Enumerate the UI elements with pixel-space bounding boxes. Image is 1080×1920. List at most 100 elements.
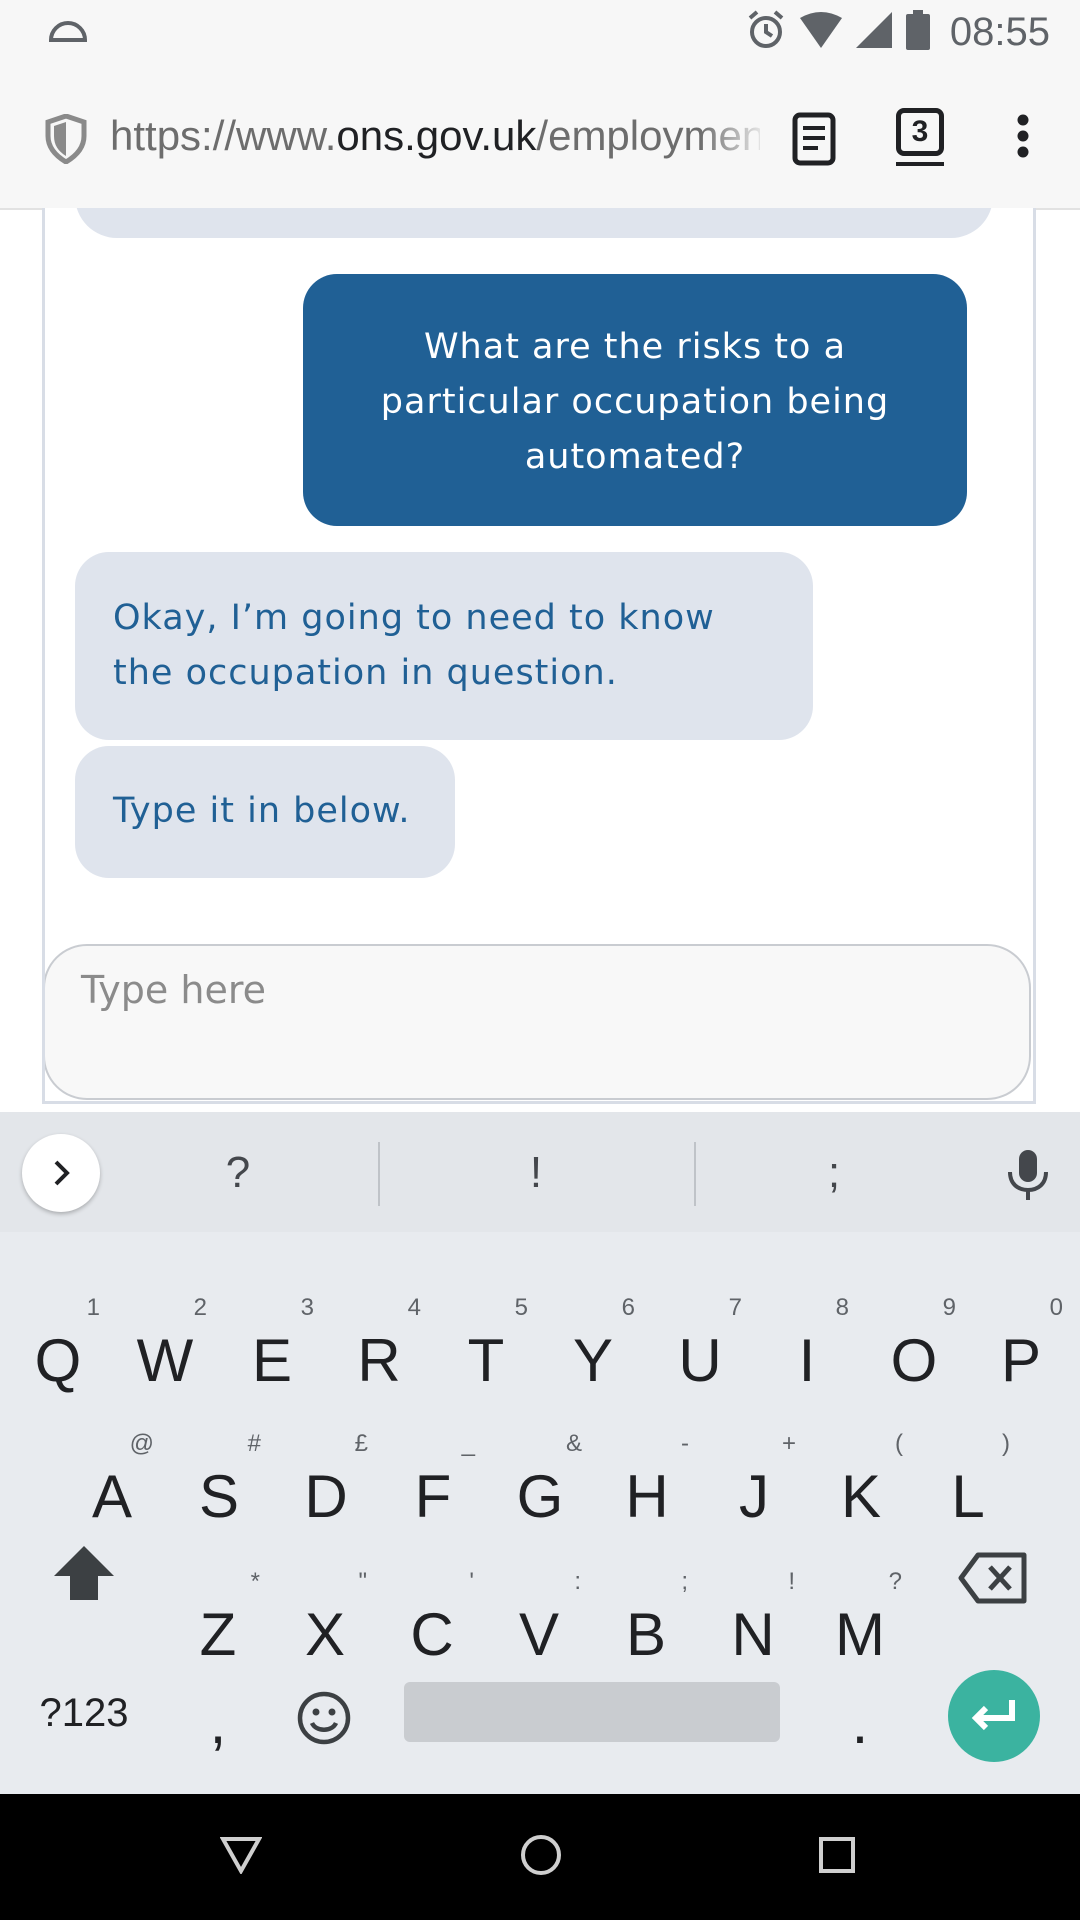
key-b[interactable]: B;: [596, 1570, 696, 1690]
browser-toolbar: https://www.ons.gov.uk/employment 3: [0, 64, 1080, 210]
key-hint: ?: [888, 1568, 902, 1595]
url-field[interactable]: https://www.ons.gov.uk/employment: [110, 112, 760, 162]
key-t[interactable]: T5: [436, 1296, 536, 1416]
symbols-key[interactable]: ?123: [34, 1658, 134, 1768]
shield-icon[interactable]: [44, 113, 88, 168]
key-label: W: [136, 1327, 194, 1394]
key-label: N: [731, 1601, 775, 1668]
suggestion-item[interactable]: ?: [178, 1148, 298, 1198]
back-icon[interactable]: [219, 1836, 263, 1878]
key-hint: #: [247, 1430, 261, 1457]
key-label: U: [678, 1327, 722, 1394]
tab-switcher-button[interactable]: 3: [896, 108, 944, 156]
key-hint: ': [469, 1568, 474, 1595]
key-o[interactable]: O9: [864, 1296, 964, 1416]
key-label: C: [410, 1601, 454, 1668]
key-label: S: [198, 1463, 240, 1530]
microphone-icon[interactable]: [1004, 1148, 1052, 1206]
key-p[interactable]: P0: [971, 1296, 1071, 1416]
key-c[interactable]: C ': [382, 1570, 482, 1690]
suggestion-item[interactable]: ;: [774, 1148, 894, 1198]
shift-key[interactable]: [52, 1544, 116, 1606]
key-u[interactable]: U7: [650, 1296, 750, 1416]
key-hint: ": [358, 1568, 367, 1595]
key-hint: -: [681, 1430, 689, 1457]
previous-bot-message: [75, 208, 993, 238]
key-hint: @: [129, 1430, 154, 1457]
key-e[interactable]: E3: [222, 1296, 322, 1416]
wifi-icon: [799, 12, 842, 52]
key-hint: ;: [681, 1568, 688, 1595]
key-label: Z: [199, 1601, 237, 1668]
reader-mode-icon[interactable]: [792, 112, 836, 170]
suggestion-item[interactable]: !: [476, 1148, 596, 1198]
key-f[interactable]: F _: [383, 1432, 483, 1552]
url-prefix: https://www.: [110, 112, 337, 159]
key-hint: 0: [1049, 1294, 1063, 1321]
key-hint: !: [788, 1568, 795, 1595]
enter-key[interactable]: [948, 1670, 1040, 1762]
suggestion-divider: [694, 1142, 696, 1206]
key-v[interactable]: V:: [489, 1570, 589, 1690]
keyboard: ? ! ; Q1W2E3R4T5Y6U7I8O9P0 A @ S # D £ F _ G & H - J…: [0, 1112, 1080, 1794]
emoji-key[interactable]: [296, 1690, 352, 1750]
expand-toolbar-button[interactable]: [22, 1134, 100, 1212]
key-g[interactable]: G &: [490, 1432, 590, 1552]
key-q[interactable]: Q1: [8, 1296, 108, 1416]
key-hint: 1: [86, 1294, 100, 1321]
key-s[interactable]: S #: [169, 1432, 269, 1552]
key-a[interactable]: A @: [62, 1432, 162, 1552]
key-h[interactable]: H-: [597, 1432, 697, 1552]
key-n[interactable]: N!: [703, 1570, 803, 1690]
backspace-key[interactable]: [958, 1552, 1028, 1608]
bot-message: Type it in below.: [75, 746, 455, 878]
key-label: V: [518, 1601, 560, 1668]
key-label: M: [835, 1601, 885, 1668]
key-label: H: [625, 1463, 669, 1530]
key-hint: 5: [514, 1294, 528, 1321]
key-l[interactable]: L): [918, 1432, 1018, 1552]
home-icon[interactable]: [520, 1834, 562, 1880]
bot-message: Okay, I’m going to need to know the occu…: [75, 552, 813, 740]
suggestion-strip: ? ! ;: [0, 1112, 1080, 1232]
key-label: X: [304, 1601, 346, 1668]
alarm-icon: [746, 10, 786, 54]
period-key[interactable]: .: [810, 1668, 910, 1778]
key-hint: *: [250, 1568, 260, 1595]
chat-input[interactable]: Type here: [45, 944, 1031, 1100]
key-k[interactable]: K(: [811, 1432, 911, 1552]
key-x[interactable]: X ": [275, 1570, 375, 1690]
key-hint: ): [1002, 1430, 1010, 1457]
key-hint: 9: [942, 1294, 956, 1321]
key-label: R: [357, 1327, 401, 1394]
cell-signal-icon: [855, 12, 892, 52]
url-fade: [700, 104, 770, 168]
key-r[interactable]: R4: [329, 1296, 429, 1416]
notification-icon: [48, 18, 88, 48]
key-d[interactable]: D £: [276, 1432, 376, 1552]
suggestion-divider: [378, 1142, 380, 1206]
key-label: K: [840, 1463, 882, 1530]
key-y[interactable]: Y6: [543, 1296, 643, 1416]
key-i[interactable]: I8: [757, 1296, 857, 1416]
key-label: L: [951, 1463, 985, 1530]
key-label: Q: [34, 1327, 82, 1394]
key-w[interactable]: W2: [115, 1296, 215, 1416]
comma-key[interactable]: ,: [168, 1668, 268, 1778]
key-label: B: [625, 1601, 667, 1668]
chat-input-placeholder: Type here: [81, 968, 266, 1012]
overflow-menu-icon[interactable]: [1016, 114, 1030, 162]
space-key[interactable]: [404, 1682, 780, 1742]
key-j[interactable]: J +: [704, 1432, 804, 1552]
key-hint: &: [565, 1430, 582, 1457]
recents-icon[interactable]: [818, 1836, 856, 1878]
chevron-right-icon: [54, 1160, 70, 1186]
key-label: P: [1000, 1327, 1042, 1394]
tab-switcher-underline: [896, 162, 944, 166]
key-hint: :: [574, 1568, 581, 1595]
status-time: 08:55: [949, 9, 1050, 54]
key-label: Y: [572, 1327, 614, 1394]
key-hint: 3: [300, 1294, 314, 1321]
key-hint: £: [354, 1430, 368, 1457]
key-label: O: [890, 1327, 938, 1394]
